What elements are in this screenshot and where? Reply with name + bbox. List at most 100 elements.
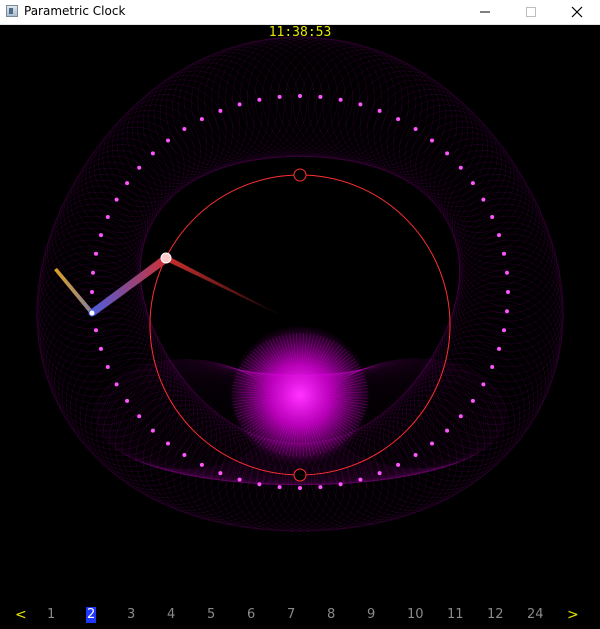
ring-dot [199, 462, 204, 467]
ring-dot [150, 428, 155, 433]
ring-dot [506, 290, 510, 294]
ring-dot [497, 233, 501, 238]
nav-item-6[interactable]: 6 [247, 607, 255, 623]
ring-dot [137, 165, 142, 170]
ring-dot [166, 441, 170, 446]
ring-dot [481, 197, 486, 202]
ring-dot [481, 382, 486, 387]
minimize-button[interactable] [462, 0, 508, 24]
ring-dot [99, 233, 103, 238]
prev-button[interactable]: < [15, 607, 27, 623]
nav-item-7[interactable]: 7 [287, 607, 295, 623]
nav-item-10[interactable]: 10 [407, 607, 424, 623]
ring-dot [125, 181, 130, 186]
ring-dot [277, 94, 282, 99]
ring-stroke [366, 79, 468, 181]
ring-dot [105, 215, 110, 219]
title-bar: Parametric Clock [0, 0, 600, 25]
ring-dot [505, 270, 509, 275]
ring-dot [396, 117, 401, 122]
ring-dot [90, 290, 94, 294]
ring-dot [150, 151, 155, 156]
second-arm [166, 255, 290, 320]
ring-dot [458, 165, 463, 170]
ring-dot [338, 97, 343, 102]
ring-dot [490, 215, 495, 219]
ring-dot [237, 477, 242, 482]
ring-dot [182, 127, 187, 131]
nav-item-1[interactable]: 1 [47, 607, 55, 623]
ring-dot [199, 117, 204, 122]
ring-dot [182, 453, 187, 457]
ring-stroke [269, 39, 389, 159]
clock-canvas[interactable] [0, 25, 600, 625]
close-button[interactable] [554, 0, 600, 24]
ring-dot [298, 94, 302, 98]
ring-stroke [37, 275, 152, 390]
ring-dot [125, 398, 130, 403]
top-handle[interactable] [293, 168, 307, 182]
app-icon [6, 5, 18, 17]
bottom-nav: < 1 2 3 4 5 6 7 8 9 10 11 12 24 > [0, 605, 600, 625]
ring-dot [277, 485, 282, 490]
window-title: Parametric Clock [24, 4, 126, 18]
time-readout: 11:38:53 [268, 25, 332, 40]
ring-stroke [448, 275, 563, 390]
nav-item-3[interactable]: 3 [127, 607, 135, 623]
ring-dot [445, 428, 450, 433]
ring-stroke [452, 263, 564, 375]
minimize-icon [480, 11, 490, 13]
maximize-icon [526, 7, 536, 17]
ring-dot [257, 482, 262, 487]
minute-arm [90, 255, 168, 316]
center-glow [230, 325, 370, 465]
maximize-button[interactable] [508, 0, 554, 24]
ring-dot [114, 382, 119, 387]
ring-dot [218, 108, 223, 113]
nav-item-8[interactable]: 8 [327, 607, 335, 623]
ring-dot [470, 181, 475, 186]
ring-dot [218, 471, 223, 476]
ring-dot [166, 138, 170, 143]
ring-dot [298, 486, 302, 490]
ring-dot [338, 482, 343, 487]
ring-stroke [211, 39, 331, 159]
ring-dot [318, 485, 323, 490]
ring-dot [99, 346, 103, 351]
nav-item-5[interactable]: 5 [207, 607, 215, 623]
nav-item-12[interactable]: 12 [487, 607, 504, 623]
ring-stroke [61, 335, 183, 456]
ring-dot [505, 309, 509, 314]
nav-item-24[interactable]: 24 [527, 607, 544, 623]
ring-dot [413, 453, 418, 457]
nav-item-4[interactable]: 4 [167, 607, 175, 623]
ring-stroke [417, 335, 539, 456]
ring-dot [396, 462, 401, 467]
ring-stroke [132, 79, 234, 181]
nav-item-2[interactable]: 2 [86, 607, 97, 623]
ring-stroke [433, 144, 523, 233]
ring-dot [430, 138, 434, 143]
ring-dot [445, 151, 450, 156]
next-button[interactable]: > [567, 607, 579, 623]
ring-dot [358, 477, 363, 482]
ring-stroke [277, 40, 396, 159]
ring-dot [377, 108, 382, 113]
ring-dot [137, 414, 142, 419]
ring-dot [257, 97, 262, 102]
ring-dot [497, 346, 501, 351]
ring-stroke [204, 40, 323, 159]
bottom-handle[interactable] [293, 468, 307, 482]
nav-item-11[interactable]: 11 [447, 607, 464, 623]
hour-joint[interactable] [88, 309, 96, 317]
parametric-pattern [36, 36, 564, 532]
ring-dot [430, 441, 434, 446]
ring-dot [358, 102, 363, 107]
ring-stroke [126, 84, 227, 184]
nav-item-9[interactable]: 9 [367, 607, 375, 623]
minute-joint[interactable] [160, 252, 172, 264]
ring-dot [502, 251, 506, 256]
ring-dot [502, 328, 506, 333]
ring-dot [114, 197, 119, 202]
close-icon [571, 6, 583, 18]
